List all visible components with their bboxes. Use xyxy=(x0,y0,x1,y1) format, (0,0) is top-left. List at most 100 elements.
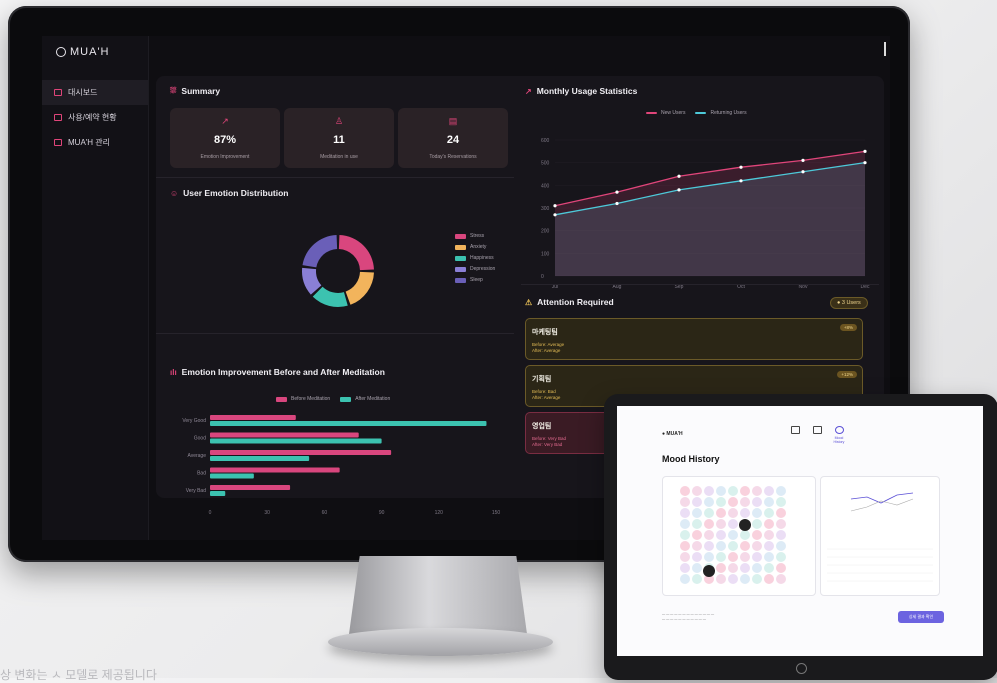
mood-bubble[interactable] xyxy=(740,486,750,496)
mood-bubble[interactable] xyxy=(752,486,762,496)
mood-bubble[interactable] xyxy=(740,552,750,562)
mood-bubble[interactable] xyxy=(776,574,786,584)
legend-item[interactable]: Returning Users xyxy=(695,110,747,116)
mood-bubble[interactable] xyxy=(740,574,750,584)
mood-bubble[interactable] xyxy=(704,541,714,551)
mood-bubble[interactable] xyxy=(680,497,690,507)
sidebar-item-dashboard[interactable]: 대시보드 xyxy=(42,80,148,105)
mood-bubble[interactable] xyxy=(728,563,738,573)
data-point[interactable] xyxy=(863,149,867,153)
mood-bubble[interactable] xyxy=(776,530,786,540)
mood-bubble[interactable] xyxy=(776,552,786,562)
mood-bubble[interactable] xyxy=(776,563,786,573)
mood-bubble[interactable] xyxy=(740,541,750,551)
mood-bubble[interactable] xyxy=(692,508,702,518)
mood-bubble[interactable] xyxy=(764,541,774,551)
mood-bubble[interactable] xyxy=(764,486,774,496)
sidebar-item-usage[interactable]: 사용/예약 현황 xyxy=(42,105,148,130)
mood-bubble[interactable] xyxy=(752,552,762,562)
mood-bubble[interactable] xyxy=(752,541,762,551)
mood-bubble[interactable] xyxy=(764,552,774,562)
view-details-button[interactable]: 상세 결과 확인 xyxy=(898,611,944,623)
data-point[interactable] xyxy=(677,188,681,192)
mood-bubble[interactable] xyxy=(752,574,762,584)
mood-bubble[interactable] xyxy=(764,563,774,573)
mood-bubble[interactable] xyxy=(764,574,774,584)
mood-bubble[interactable] xyxy=(716,541,726,551)
mood-bubble[interactable] xyxy=(692,574,702,584)
mood-bubble[interactable] xyxy=(752,563,762,573)
mood-bubble[interactable] xyxy=(740,497,750,507)
mood-bubble[interactable] xyxy=(776,486,786,496)
data-point[interactable] xyxy=(739,165,743,169)
mood-bubble[interactable] xyxy=(728,486,738,496)
mood-bubble[interactable] xyxy=(704,552,714,562)
data-point[interactable] xyxy=(615,201,619,206)
mood-bubble[interactable] xyxy=(776,519,786,529)
mood-bubble[interactable] xyxy=(680,552,690,562)
mood-bubble[interactable] xyxy=(716,519,726,529)
tablet-logo[interactable]: ● MUA'H xyxy=(662,431,683,437)
mood-bubble[interactable] xyxy=(704,519,714,529)
mood-bubble[interactable] xyxy=(692,486,702,496)
mood-bubble[interactable] xyxy=(740,508,750,518)
mood-bubble[interactable] xyxy=(728,541,738,551)
data-point[interactable] xyxy=(801,170,805,174)
selected-mood-marker[interactable] xyxy=(703,565,715,577)
mood-bubble[interactable] xyxy=(704,486,714,496)
data-point[interactable] xyxy=(615,190,619,194)
home-button-icon[interactable] xyxy=(796,663,807,674)
mood-bubble[interactable] xyxy=(680,530,690,540)
mood-bubble[interactable] xyxy=(728,519,738,529)
mood-bubble[interactable] xyxy=(680,574,690,584)
mood-bubble[interactable] xyxy=(764,530,774,540)
mood-bubble[interactable] xyxy=(680,563,690,573)
data-point[interactable] xyxy=(739,179,743,183)
sidebar-item-manage[interactable]: MUA'H 관리 xyxy=(42,130,148,155)
mood-bubble[interactable] xyxy=(704,497,714,507)
mood-bubble[interactable] xyxy=(752,519,762,529)
mood-bubble[interactable] xyxy=(728,552,738,562)
mood-bubble[interactable] xyxy=(716,508,726,518)
mood-bubble[interactable] xyxy=(752,497,762,507)
legend-item[interactable]: After Meditation xyxy=(340,396,390,402)
mood-bubble[interactable] xyxy=(728,530,738,540)
brand-logo[interactable]: MUA'H xyxy=(56,46,110,58)
mood-bubble[interactable] xyxy=(764,519,774,529)
mood-bubble[interactable] xyxy=(728,508,738,518)
mood-bubble[interactable] xyxy=(692,563,702,573)
mood-bubble[interactable] xyxy=(776,497,786,507)
mood-bubble[interactable] xyxy=(776,541,786,551)
mood-bubble[interactable] xyxy=(704,508,714,518)
mood-bubble[interactable] xyxy=(740,530,750,540)
legend-item[interactable]: New Users xyxy=(646,110,685,116)
mood-bubble[interactable] xyxy=(716,563,726,573)
attention-card-marketing[interactable]: 마케팅팀 Before: Average After: Average +8% xyxy=(525,318,863,360)
mood-bubble[interactable] xyxy=(680,519,690,529)
mood-bubble[interactable] xyxy=(752,508,762,518)
mood-bubble[interactable] xyxy=(716,552,726,562)
mood-bubble[interactable] xyxy=(716,530,726,540)
mood-bubble[interactable] xyxy=(728,497,738,507)
mood-bubble[interactable] xyxy=(680,486,690,496)
mood-bubble[interactable] xyxy=(692,497,702,507)
mood-bubble[interactable] xyxy=(776,508,786,518)
mood-bubble[interactable] xyxy=(716,497,726,507)
data-point[interactable] xyxy=(553,204,557,208)
mood-bubble[interactable] xyxy=(716,574,726,584)
mood-bubble[interactable] xyxy=(704,530,714,540)
tablet-nav-dashboard[interactable] xyxy=(785,426,805,436)
mood-bubble[interactable] xyxy=(692,530,702,540)
mood-bubble[interactable] xyxy=(752,530,762,540)
data-point[interactable] xyxy=(677,174,681,178)
tablet-nav-mood-history[interactable]: Mood History xyxy=(829,426,849,444)
mood-bubble[interactable] xyxy=(692,552,702,562)
mood-bubble[interactable] xyxy=(680,541,690,551)
mood-bubble[interactable] xyxy=(728,574,738,584)
mood-bubble[interactable] xyxy=(692,541,702,551)
tablet-nav-calendar[interactable] xyxy=(807,426,827,436)
mood-bubble[interactable] xyxy=(692,519,702,529)
data-point[interactable] xyxy=(863,161,867,165)
legend-item[interactable]: Before Meditation xyxy=(276,396,330,402)
data-point[interactable] xyxy=(801,158,805,162)
